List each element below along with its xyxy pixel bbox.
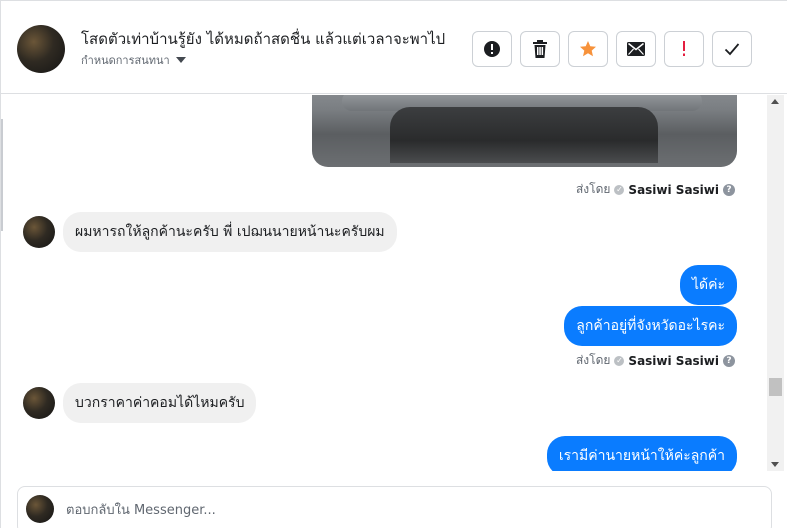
mark-done-button[interactable] [712,31,752,67]
star-icon [580,41,596,57]
outgoing-bubble[interactable]: เรามีค่านายหน้าให้ค่ะลูกค้า [546,436,737,471]
exclamation-circle-icon [484,41,500,57]
sent-by-indicator: ส่งโดย ✓ Sasiwi Sasiwi ? [576,180,735,199]
page-avatar-icon [26,495,54,523]
user-avatar-icon[interactable] [23,387,55,419]
checkmark-icon [724,43,740,56]
assign-conversation-label: กำหนดการสนทนา [81,54,170,67]
star-button[interactable] [568,31,608,67]
reply-composer [17,486,772,528]
scroll-up-arrow-icon[interactable] [771,99,779,104]
conversation-title: โสดตัวเท่าบ้านรู้ยัง ได้หมดถ้าสดชื่น แล้… [81,30,446,48]
exclamation-icon [683,41,685,56]
follow-up-button[interactable] [664,31,704,67]
verified-icon: ✓ [614,184,625,195]
sent-by-label: ส่งโดย [575,353,611,367]
sender-name: Sasiwi Sasiwi [628,353,719,368]
trash-icon [533,40,547,58]
incoming-message: บวกราคาค่าคอมได้ไหมครับ [23,383,257,423]
user-avatar-icon[interactable] [17,25,65,73]
delete-button[interactable] [520,31,560,67]
conversation-header: โสดตัวเท่าบ้านรู้ยัง ได้หมดถ้าสดชื่น แล้… [1,1,787,94]
message-thread: ส่งโดย ✓ Sasiwi Sasiwi ? ผมหารถให้ลูกค้า… [3,95,767,471]
message-scrollbar[interactable] [767,95,784,471]
incoming-bubble[interactable]: ผมหารถให้ลูกค้านะครับ พี่ เปฌนนายหน้านะค… [63,212,397,252]
envelope-icon [627,42,645,56]
conversation-panel: โสดตัวเท่าบ้านรู้ยัง ได้หมดถ้าสดชื่น แล้… [0,0,787,528]
help-icon[interactable]: ? [723,183,735,196]
incoming-message: ผมหารถให้ลูกค้านะครับ พี่ เปฌนนายหน้านะค… [23,212,397,252]
scroll-down-arrow-icon[interactable] [771,462,779,467]
scrollbar-thumb[interactable] [769,378,782,396]
attached-photo[interactable] [312,95,737,167]
outgoing-bubble[interactable]: ได้ค่ะ [679,265,737,305]
mark-spam-button[interactable] [472,31,512,67]
incoming-bubble[interactable]: บวกราคาค่าคอมได้ไหมครับ [63,383,257,423]
user-avatar-icon[interactable] [23,216,55,248]
outgoing-bubble[interactable]: ลูกค้าอยู่ที่จังหวัดอะไรคะ [564,306,737,346]
mark-unread-button[interactable] [616,31,656,67]
assign-conversation-dropdown[interactable]: กำหนดการสนทนา [81,51,186,69]
help-icon[interactable]: ? [723,354,735,367]
sent-by-label: ส่งโดย [575,182,611,196]
caret-down-icon [175,57,186,63]
reply-input[interactable] [66,499,746,521]
photo-detail [390,107,658,163]
verified-icon: ✓ [614,355,625,366]
sender-name: Sasiwi Sasiwi [628,182,719,197]
sent-by-indicator: ส่งโดย ✓ Sasiwi Sasiwi ? [576,351,735,370]
